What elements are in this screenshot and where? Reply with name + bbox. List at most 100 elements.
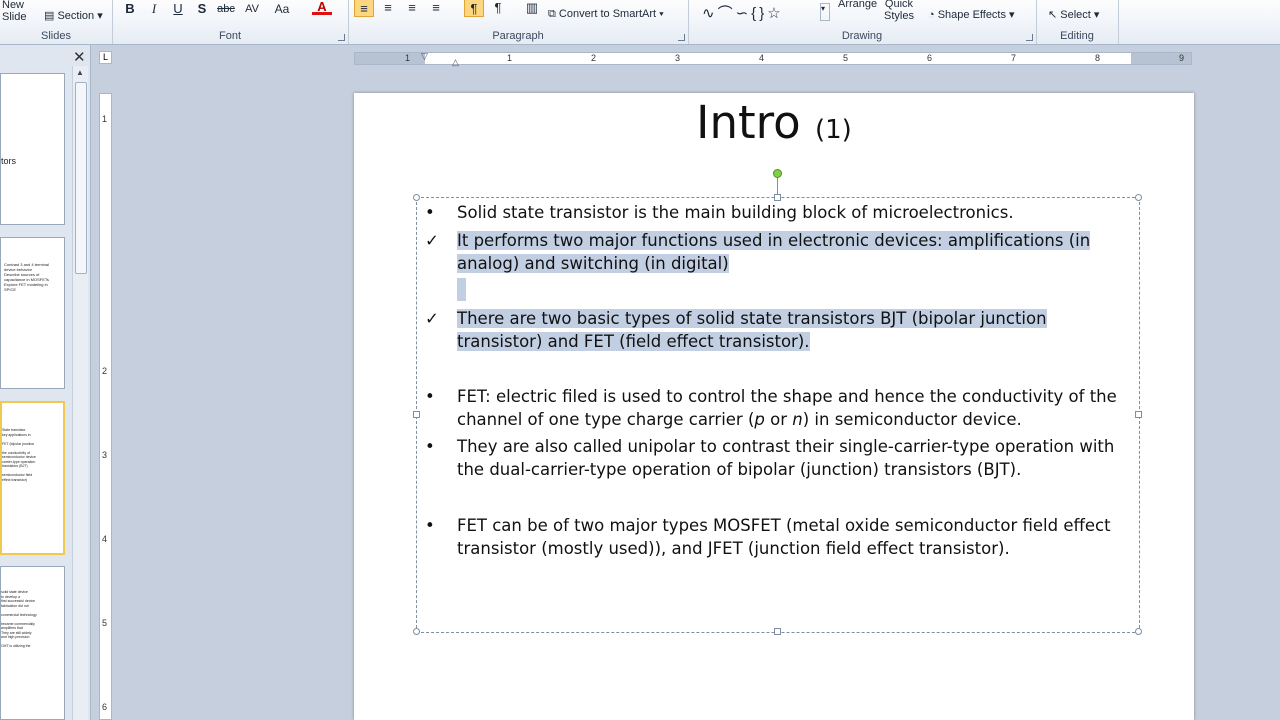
bullet-text-selected[interactable]: There are two basic types of solid state… [457, 309, 1047, 351]
bullet-text[interactable]: Solid state transistor is the main build… [457, 201, 1117, 224]
chevron-down-icon: ▾ [94, 10, 103, 22]
shadow-button[interactable]: S [192, 0, 212, 18]
ribbon: New Slide ▤ Section ▾ Slides B I U S abc… [0, 0, 1280, 45]
editing-group-label: Editing [1060, 30, 1094, 42]
resize-handle-sw[interactable] [413, 628, 420, 635]
cursor-icon: ↖ [1048, 9, 1061, 21]
bullet-text-selected[interactable]: It performs two major functions used in … [457, 231, 1091, 273]
editing-group: ↖ Select ▾ Editing [1036, 0, 1119, 44]
shapes-gallery[interactable]: ∿⌒∽{}☆ [702, 2, 784, 23]
shape-star-icon: ☆ [767, 5, 784, 22]
ruler-label: 2 [102, 366, 108, 376]
slide-thumbnail[interactable]: Contrast 3 and 4 terminal device behavio… [0, 237, 65, 389]
close-icon[interactable]: ✕ [73, 48, 86, 66]
justify-icon[interactable]: ≡ [426, 0, 446, 17]
paragraph-group-label: Paragraph [492, 30, 544, 42]
bullet-text[interactable]: FET: electric filed is used to control t… [457, 385, 1117, 431]
scrollbar-thumb[interactable] [75, 82, 87, 274]
ruler-label: 6 [927, 53, 933, 63]
columns-icon[interactable]: ▥ [522, 0, 542, 17]
checkmark-icon: ✓ [425, 309, 439, 328]
scroll-up-icon[interactable]: ▲ [76, 68, 84, 77]
font-group: B I U S abc AV Aa A Font [112, 0, 349, 44]
resize-handle-w[interactable] [413, 411, 420, 418]
shape-effects-icon: ◔ [928, 9, 938, 21]
resize-handle-ne[interactable] [1135, 194, 1142, 201]
tab-selector[interactable]: L [99, 51, 112, 64]
bullet-marker: • [425, 387, 435, 406]
slide-thumbnail-selected[interactable]: State transistor key applications in FET… [0, 401, 65, 555]
ruler-label: 1 [405, 53, 411, 63]
ruler-label: 4 [102, 534, 108, 544]
resize-handle-nw[interactable] [413, 194, 420, 201]
section-button[interactable]: ▤ Section ▾ [44, 9, 103, 22]
text-direction-rtl-icon[interactable]: ¶ [488, 0, 508, 17]
align-center-icon[interactable]: ≡ [378, 0, 398, 17]
arrange-button[interactable]: Arrange [838, 0, 877, 10]
ruler-label: 9 [1179, 53, 1185, 63]
slide-canvas[interactable]: Intro (1) • Solid state transistor is th… [354, 93, 1194, 720]
hanging-indent-icon[interactable]: △ [452, 57, 459, 68]
bullet-marker: • [425, 203, 435, 222]
ruler-label: 5 [102, 618, 108, 628]
resize-handle-n[interactable] [774, 194, 781, 201]
ruler-label: 8 [1095, 53, 1101, 63]
bullet-text[interactable]: They are also called unipolar to contras… [457, 435, 1117, 481]
first-line-indent-icon[interactable]: ▽ [421, 51, 428, 62]
character-spacing-button[interactable]: AV [242, 0, 262, 18]
bullet-text[interactable]: FET can be of two major types MOSFET (me… [457, 514, 1117, 560]
checkmark-icon: ✓ [425, 231, 439, 250]
align-left-icon[interactable]: ≡ [354, 0, 374, 17]
ruler-label: 3 [675, 53, 681, 63]
slide-thumbnail[interactable]: tors [0, 73, 65, 225]
smartart-icon: ⧉ [548, 8, 559, 20]
select-button[interactable]: ↖ Select ▾ [1048, 8, 1099, 21]
shape-freeform-icon: ∿ [702, 5, 718, 22]
slides-group: New Slide ▤ Section ▾ Slides [0, 0, 113, 44]
shape-brace-left-icon: { [751, 5, 760, 22]
vertical-ruler[interactable]: 1 2 3 4 5 6 [99, 93, 112, 720]
resize-handle-se[interactable] [1135, 628, 1142, 635]
convert-to-smartart-button[interactable]: ⧉ Convert to SmartArt ▾ [548, 8, 664, 21]
selected-empty-line [457, 278, 466, 301]
paragraph-group: ≡ ≡ ≡ ≡ ¶ ¶ ▥ ⧉ Convert to SmartArt ▾ Pa… [348, 0, 689, 44]
text-direction-ltr-icon[interactable]: ¶ [464, 0, 484, 17]
shape-arc-icon: ⌒ [717, 5, 736, 22]
shape-effects-button[interactable]: ◔ Shape Effects ▾ [928, 8, 1015, 21]
panel-scrollbar[interactable]: ▲ [72, 66, 88, 720]
thumbnail-text: State transistor key applications in FET… [2, 428, 36, 482]
horizontal-ruler[interactable]: ▽ △ 1 1 2 3 4 5 6 7 8 9 [354, 51, 1192, 68]
ruler-label: 5 [843, 53, 849, 63]
ruler-label: 7 [1011, 53, 1017, 63]
font-color-button[interactable]: A [312, 0, 332, 15]
resize-handle-e[interactable] [1135, 411, 1142, 418]
italic-button[interactable]: I [144, 0, 164, 18]
paragraph-dialog-launcher-icon[interactable] [678, 34, 685, 41]
quick-styles-button[interactable]: Quick Styles [884, 0, 914, 22]
resize-handle-s[interactable] [774, 628, 781, 635]
shapes-more-icon[interactable]: ▾ [820, 3, 830, 21]
font-dialog-launcher-icon[interactable] [338, 34, 345, 41]
new-slide-button[interactable]: New Slide [2, 0, 26, 23]
drawing-dialog-launcher-icon[interactable] [1026, 34, 1033, 41]
underline-button[interactable]: U [168, 0, 188, 18]
ruler-label: 1 [102, 114, 108, 124]
strikethrough-button[interactable]: abc [216, 0, 236, 18]
drawing-group: ∿⌒∽{}☆ ▾ Arrange Quick Styles ◔ Shape Ef… [688, 0, 1037, 44]
align-right-icon[interactable]: ≡ [402, 0, 422, 17]
thumbnail-text: Contrast 3 and 4 terminal device behavio… [4, 262, 49, 292]
slide-title[interactable]: Intro (1) [354, 96, 1194, 149]
bold-button[interactable]: B [120, 0, 140, 18]
title-main: Intro [696, 96, 801, 149]
bullet-marker: • [425, 516, 435, 535]
shape-brace-right-icon: } [759, 5, 768, 22]
section-icon: ▤ [44, 10, 58, 22]
slides-group-label: Slides [41, 30, 71, 42]
rotation-handle[interactable] [773, 169, 782, 178]
ruler-label: 2 [591, 53, 597, 63]
chevron-down-icon: ▾ [1090, 9, 1100, 21]
chevron-down-icon: ▾ [1006, 9, 1015, 21]
slide-thumbnail[interactable]: solid state device to develop a first su… [0, 566, 65, 720]
chevron-down-icon: ▾ [656, 8, 664, 20]
change-case-button[interactable]: Aa [272, 0, 292, 18]
